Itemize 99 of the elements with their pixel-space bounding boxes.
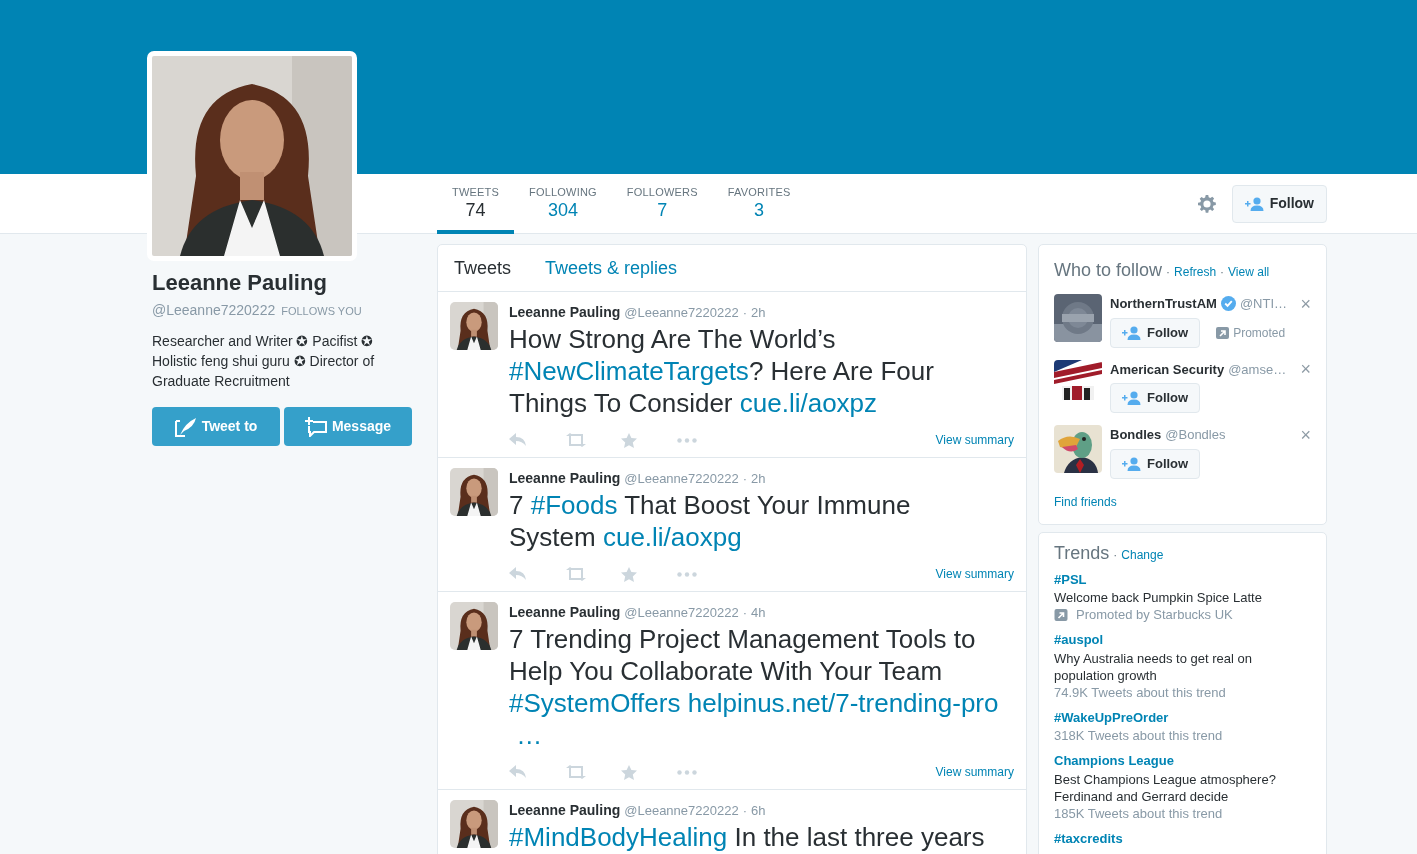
retweet-icon[interactable] (565, 433, 587, 447)
trend-count: 185K Tweets about this trend (1054, 804, 1224, 822)
follow-button[interactable]: Follow (1231, 184, 1327, 223)
separator-dot: · (742, 470, 747, 488)
retweet-icon[interactable] (565, 765, 587, 779)
trend-count: 74.9K Tweets about this trend (1054, 683, 1227, 701)
section-title: Who to follow (1054, 259, 1163, 282)
tweet-link[interactable]: cue.li/aoxpz (739, 388, 878, 418)
tweet-time[interactable]: 2h (751, 469, 766, 489)
more-icon[interactable] (677, 437, 697, 443)
promoted-label: Promoted by Starbucks UK (1076, 606, 1233, 623)
separator-dot: · (1166, 264, 1171, 281)
tweet-link[interactable]: … (516, 720, 543, 750)
trend-link[interactable]: Champions League (1054, 751, 1311, 771)
stat-tab[interactable]: FAVORITES 3 (712, 174, 806, 234)
reply-icon[interactable] (509, 567, 527, 581)
section-title: Trends (1054, 541, 1110, 565)
star-icon[interactable] (621, 764, 637, 780)
trend-link[interactable]: #taxcredits (1054, 828, 1311, 848)
author-handle: @Leeanne7220222 (624, 470, 739, 488)
stat-tab[interactable]: FOLLOWERS 7 (611, 174, 713, 234)
close-button[interactable]: × (1300, 294, 1311, 313)
follow-button[interactable]: Follow (1110, 383, 1201, 413)
find-friends-link[interactable]: Find friends (1054, 492, 1117, 511)
add-user-icon (1122, 456, 1141, 471)
follows-you-label: FOLLOWS YOU (281, 304, 362, 319)
tweet-time[interactable]: 2h (751, 303, 766, 323)
tweet-text: 7 #Foods That Boost Your Immune System cue.li/aoxpg (509, 489, 912, 553)
author-name[interactable]: Leeanne Pauling (509, 468, 621, 489)
star-icon[interactable] (621, 566, 637, 582)
author-handle: @Leeanne7220222 (624, 604, 739, 622)
profile-handle: @Leeanne7220222 (152, 301, 276, 320)
message-icon (304, 416, 327, 437)
timeline-tab[interactable]: Tweets (454, 254, 512, 282)
tweet-text: How Strong Are The World’s #NewClimateTargets? Here Are Four Things To Consider cue.li/aoxpz (509, 323, 935, 419)
header-link[interactable]: Refresh (1174, 263, 1217, 281)
account-handle: @NTI… (1239, 295, 1288, 313)
separator-dot: · (742, 604, 747, 622)
tweet-time[interactable]: 6h (751, 801, 766, 821)
timeline-tab[interactable]: Tweets & replies (545, 254, 678, 282)
tweet-link[interactable]: #NewClimateTargets (509, 356, 749, 386)
add-user-icon (1244, 196, 1264, 211)
separator-dot: · (742, 802, 747, 820)
trend-description: Best Champions League atmosphere? Ferdinand and Gerrard decide (1054, 770, 1277, 805)
account-name[interactable]: American Security (1110, 359, 1225, 379)
add-user-icon (1122, 391, 1141, 405)
tweet-link[interactable]: #Foods (530, 490, 618, 520)
tweet-to-button[interactable]: Tweet to (152, 407, 280, 446)
reply-icon[interactable] (509, 433, 527, 447)
promoted-label: Promoted (1233, 324, 1286, 342)
reply-icon[interactable] (509, 765, 527, 779)
profile-name: Leeanne Pauling (152, 270, 328, 296)
view-summary-link[interactable]: View summary (935, 565, 1014, 583)
close-button[interactable]: × (1300, 425, 1311, 444)
stat-tab[interactable]: FOLLOWING 304 (514, 174, 612, 234)
account-handle: @amse… (1228, 360, 1287, 379)
trend-description: Welcome back Pumpkin Spice Latte (1054, 589, 1263, 606)
separator-dot: · (1113, 546, 1118, 564)
author-name[interactable]: Leeanne Pauling (509, 602, 621, 623)
tweet-link[interactable]: #SystemOffers (509, 688, 681, 718)
trend-link[interactable]: #auspol (1054, 630, 1311, 650)
author-handle: @Leeanne7220222 (624, 802, 739, 820)
follow-button[interactable]: Follow (1110, 317, 1201, 348)
more-icon[interactable] (677, 571, 697, 577)
trend-link[interactable]: #PSL (1054, 569, 1311, 589)
separator-dot: · (742, 304, 747, 322)
trend-count: 318K Tweets about this trend (1054, 727, 1224, 744)
separator-dot: · (1220, 264, 1225, 281)
header-link[interactable]: View all (1228, 263, 1270, 281)
view-summary-link[interactable]: View summary (935, 763, 1014, 781)
author-name[interactable]: Leeanne Pauling (509, 302, 621, 323)
promoted-icon (1054, 608, 1068, 621)
close-button[interactable]: × (1300, 360, 1311, 379)
stat-tab[interactable]: TWEETS 74 (437, 174, 515, 234)
tweet-link[interactable]: #MindBodyHealing (509, 822, 728, 852)
author-name[interactable]: Leeanne Pauling (509, 800, 621, 821)
tweet-time[interactable]: 4h (751, 603, 766, 623)
settings-icon[interactable] (1197, 194, 1216, 213)
retweet-icon[interactable] (565, 567, 587, 581)
promoted-icon (1216, 326, 1230, 339)
follow-button[interactable]: Follow (1110, 448, 1201, 479)
account-name[interactable]: NorthernTrustAM (1110, 294, 1217, 314)
view-summary-link[interactable]: View summary (935, 431, 1014, 449)
account-handle: @Bondles (1165, 426, 1226, 444)
tweet-text: 7 Trending Project Management Tools to Help You Collaborate With Your Team #SystemOffers helpinus.net/7-trending-pro … (509, 623, 1000, 751)
tweet-link[interactable]: cue.li/aoxpg (602, 522, 742, 552)
account-name[interactable]: Bondles (1110, 425, 1162, 445)
add-user-icon (1122, 325, 1141, 340)
profile-bio: Researcher and Writer ✪ Pacifist ✪ Holistic feng shui guru ✪ Director of Graduate Recruitment (152, 332, 376, 391)
tweet-link[interactable]: helpinus.net/7-trending-pro (687, 688, 999, 718)
more-icon[interactable] (677, 769, 697, 775)
quill-icon (174, 416, 197, 437)
trend-description: Why Australia needs to get real on population growth (1054, 649, 1253, 684)
author-handle: @Leeanne7220222 (624, 304, 739, 322)
star-icon[interactable] (621, 432, 637, 448)
trend-link[interactable]: #WakeUpPreOrder (1054, 707, 1311, 727)
change-link[interactable]: Change (1121, 545, 1164, 564)
message-button[interactable]: Message (284, 407, 412, 446)
tweet-text: #MindBodyHealing In the last three years (509, 821, 986, 853)
